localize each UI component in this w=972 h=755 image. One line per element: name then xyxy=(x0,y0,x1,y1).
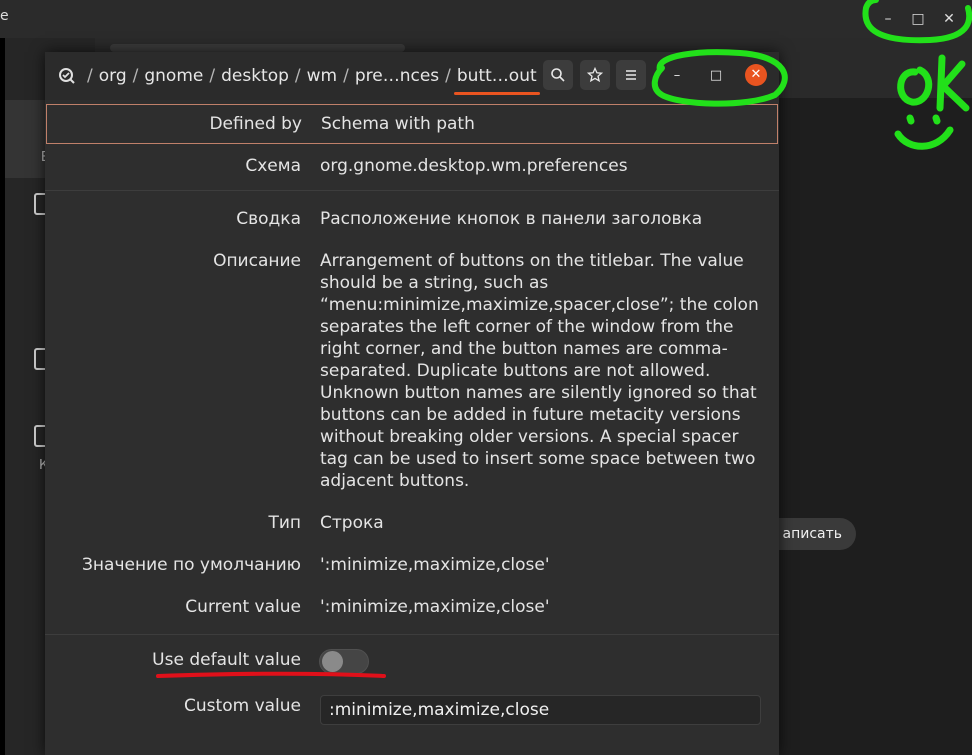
custom-value-input[interactable]: :minimize,maximize,close xyxy=(320,695,761,725)
background-title: e xyxy=(0,8,9,24)
description-label: Описание xyxy=(213,251,301,271)
row-defined-by[interactable]: Defined by Schema with path xyxy=(46,104,778,144)
background-search-bar[interactable] xyxy=(110,44,405,52)
dconf-icon xyxy=(57,66,77,86)
schema-value: org.gnome.desktop.wm.preferences xyxy=(320,156,628,176)
breadcrumb-separator: / xyxy=(132,66,139,86)
bookmark-button[interactable] xyxy=(580,60,610,90)
breadcrumb-separator: / xyxy=(294,66,301,86)
search-button[interactable] xyxy=(543,60,573,90)
default-value-value: ':minimize,maximize,close' xyxy=(320,555,550,575)
summary-label: Сводка xyxy=(236,209,301,229)
background-titlebar: e – □ ✕ xyxy=(0,0,972,38)
breadcrumb-item[interactable]: desktop xyxy=(221,66,289,86)
summary-value: Расположение кнопок в панели заголовка xyxy=(320,209,703,229)
divider xyxy=(45,190,779,191)
breadcrumb-item[interactable]: pre…nces xyxy=(355,66,439,86)
breadcrumb-item[interactable]: org xyxy=(99,66,127,86)
breadcrumb-separator: / xyxy=(343,66,349,86)
type-label: Тип xyxy=(268,513,301,533)
schema-label: Схема xyxy=(245,156,301,176)
current-value-value: ':minimize,maximize,close' xyxy=(320,597,550,617)
search-icon xyxy=(551,68,565,82)
breadcrumb-item-current[interactable]: butt…out xyxy=(453,66,540,95)
background-minimize-button[interactable]: – xyxy=(877,8,899,30)
hamburger-icon xyxy=(626,70,636,80)
defined-by-label: Defined by xyxy=(209,114,302,134)
divider xyxy=(45,634,779,635)
toggle-knob xyxy=(322,651,343,672)
defined-by-value: Schema with path xyxy=(321,114,475,134)
custom-value-label: Custom value xyxy=(184,696,301,716)
use-default-toggle[interactable] xyxy=(319,649,369,674)
breadcrumb-item[interactable]: wm xyxy=(307,66,337,86)
background-maximize-button[interactable]: □ xyxy=(907,8,929,30)
headerbar: / org / gnome / desktop / wm / pre…nces … xyxy=(45,52,779,100)
description-value: Arrangement of buttons on the titlebar. … xyxy=(320,251,759,491)
breadcrumb-item[interactable]: gnome xyxy=(144,66,203,86)
maximize-button[interactable]: □ xyxy=(706,66,726,86)
menu-button[interactable] xyxy=(616,60,646,90)
current-value-label: Current value xyxy=(185,597,301,617)
breadcrumb-separator: / xyxy=(87,66,93,86)
dconf-editor-window: / org / gnome / desktop / wm / pre…nces … xyxy=(45,52,779,755)
type-value: Строка xyxy=(320,513,384,533)
default-value-label: Значение по умолчанию xyxy=(82,555,301,575)
star-icon xyxy=(586,66,604,83)
breadcrumb-separator: / xyxy=(445,66,451,86)
close-button[interactable]: ✕ xyxy=(745,64,767,86)
use-default-label: Use default value xyxy=(152,650,301,670)
breadcrumb: / org / gnome / desktop / wm / pre…nces … xyxy=(81,64,540,95)
breadcrumb-separator: / xyxy=(209,66,216,86)
background-close-button[interactable]: ✕ xyxy=(938,8,960,30)
minimize-button[interactable]: – xyxy=(667,66,687,86)
